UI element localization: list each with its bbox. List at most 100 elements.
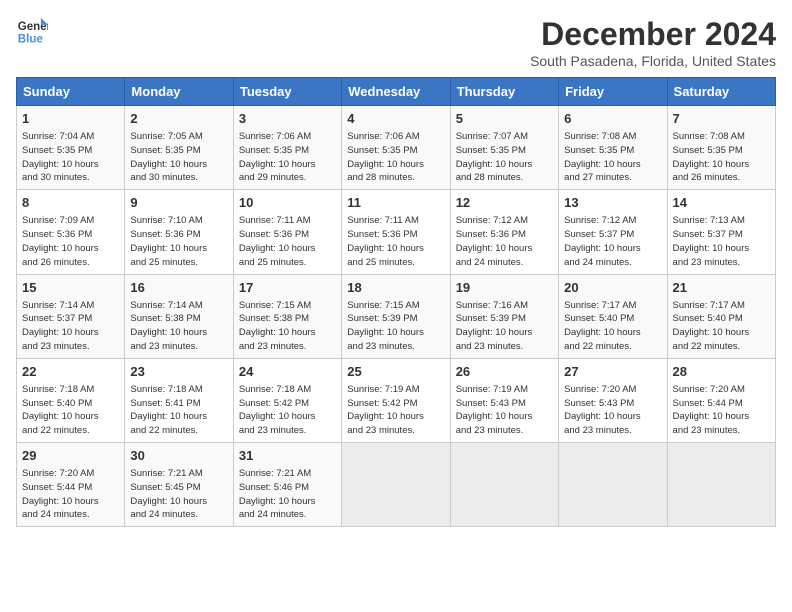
day-number: 2: [130, 110, 227, 128]
day-info: Sunrise: 7:17 AM Sunset: 5:40 PM Dayligh…: [673, 299, 770, 354]
day-number: 27: [564, 363, 661, 381]
calendar-day-cell: [450, 443, 558, 527]
day-number: 26: [456, 363, 553, 381]
day-number: 23: [130, 363, 227, 381]
calendar-day-cell: 6Sunrise: 7:08 AM Sunset: 5:35 PM Daylig…: [559, 106, 667, 190]
calendar-day-cell: 11 Sunrise: 7:11 AM Sunset: 5:36 PM Dayli…: [342, 190, 450, 274]
calendar-day-cell: 8Sunrise: 7:09 AM Sunset: 5:36 PM Daylig…: [17, 190, 125, 274]
day-info: Sunrise: 7:20 AM Sunset: 5:43 PM Dayligh…: [564, 383, 661, 438]
day-number: 5: [456, 110, 553, 128]
day-info: Sunrise: 7:12 AM Sunset: 5:36 PM Dayligh…: [456, 214, 553, 269]
day-info: Sunrise: 7:06 AM Sunset: 5:35 PM Dayligh…: [347, 130, 444, 185]
calendar-day-cell: 27 Sunrise: 7:20 AM Sunset: 5:43 PM Dayli…: [559, 358, 667, 442]
calendar-day-cell: 20 Sunrise: 7:17 AM Sunset: 5:40 PM Dayli…: [559, 274, 667, 358]
weekday-header-row: SundayMondayTuesdayWednesdayThursdayFrid…: [17, 78, 776, 106]
calendar-week-row: 15 Sunrise: 7:14 AM Sunset: 5:37 PM Dayli…: [17, 274, 776, 358]
day-info: Sunrise: 7:17 AM Sunset: 5:40 PM Dayligh…: [564, 299, 661, 354]
day-info: Sunrise: 7:18 AM Sunset: 5:40 PM Dayligh…: [22, 383, 119, 438]
page-header: General Blue December 2024 South Pasaden…: [16, 16, 776, 69]
calendar-day-cell: 7 Sunrise: 7:08 AM Sunset: 5:35 PM Daylig…: [667, 106, 775, 190]
day-number: 12: [456, 194, 553, 212]
day-info: Sunrise: 7:15 AM Sunset: 5:38 PM Dayligh…: [239, 299, 336, 354]
weekday-label: Saturday: [667, 78, 775, 106]
day-number: 28: [673, 363, 770, 381]
day-info: Sunrise: 7:11 AM Sunset: 5:36 PM Dayligh…: [347, 214, 444, 269]
calendar-day-cell: 30Sunrise: 7:21 AM Sunset: 5:45 PM Dayli…: [125, 443, 233, 527]
calendar-day-cell: 28Sunrise: 7:20 AM Sunset: 5:44 PM Dayli…: [667, 358, 775, 442]
calendar-day-cell: 1Sunrise: 7:04 AM Sunset: 5:35 PM Daylig…: [17, 106, 125, 190]
weekday-label: Tuesday: [233, 78, 341, 106]
day-number: 31: [239, 447, 336, 465]
calendar-day-cell: 24 Sunrise: 7:18 AM Sunset: 5:42 PM Dayli…: [233, 358, 341, 442]
calendar-day-cell: 10Sunrise: 7:11 AM Sunset: 5:36 PM Dayli…: [233, 190, 341, 274]
calendar-day-cell: [667, 443, 775, 527]
day-number: 7: [673, 110, 770, 128]
title-block: December 2024 South Pasadena, Florida, U…: [530, 16, 776, 69]
day-info: Sunrise: 7:09 AM Sunset: 5:36 PM Dayligh…: [22, 214, 119, 269]
day-number: 29: [22, 447, 119, 465]
day-info: Sunrise: 7:15 AM Sunset: 5:39 PM Dayligh…: [347, 299, 444, 354]
day-number: 24: [239, 363, 336, 381]
calendar-week-row: 1Sunrise: 7:04 AM Sunset: 5:35 PM Daylig…: [17, 106, 776, 190]
day-number: 4: [347, 110, 444, 128]
calendar-table: SundayMondayTuesdayWednesdayThursdayFrid…: [16, 77, 776, 527]
day-info: Sunrise: 7:14 AM Sunset: 5:37 PM Dayligh…: [22, 299, 119, 354]
day-number: 14: [673, 194, 770, 212]
day-info: Sunrise: 7:18 AM Sunset: 5:41 PM Dayligh…: [130, 383, 227, 438]
day-number: 21: [673, 279, 770, 297]
day-number: 20: [564, 279, 661, 297]
day-info: Sunrise: 7:21 AM Sunset: 5:45 PM Dayligh…: [130, 467, 227, 522]
day-number: 9: [130, 194, 227, 212]
day-info: Sunrise: 7:08 AM Sunset: 5:35 PM Dayligh…: [564, 130, 661, 185]
logo: General Blue: [16, 16, 48, 48]
logo-icon: General Blue: [16, 16, 48, 48]
day-info: Sunrise: 7:11 AM Sunset: 5:36 PM Dayligh…: [239, 214, 336, 269]
svg-text:Blue: Blue: [18, 34, 44, 46]
calendar-day-cell: 9 Sunrise: 7:10 AM Sunset: 5:36 PM Daylig…: [125, 190, 233, 274]
calendar-body: 1Sunrise: 7:04 AM Sunset: 5:35 PM Daylig…: [17, 106, 776, 527]
day-info: Sunrise: 7:19 AM Sunset: 5:43 PM Dayligh…: [456, 383, 553, 438]
day-number: 22: [22, 363, 119, 381]
calendar-day-cell: 23 Sunrise: 7:18 AM Sunset: 5:41 PM Dayli…: [125, 358, 233, 442]
day-number: 19: [456, 279, 553, 297]
day-info: Sunrise: 7:08 AM Sunset: 5:35 PM Dayligh…: [673, 130, 770, 185]
day-info: Sunrise: 7:04 AM Sunset: 5:35 PM Dayligh…: [22, 130, 119, 185]
calendar-day-cell: 21 Sunrise: 7:17 AM Sunset: 5:40 PM Dayli…: [667, 274, 775, 358]
day-info: Sunrise: 7:19 AM Sunset: 5:42 PM Dayligh…: [347, 383, 444, 438]
weekday-label: Thursday: [450, 78, 558, 106]
day-number: 11: [347, 194, 444, 212]
calendar-day-cell: 19 Sunrise: 7:16 AM Sunset: 5:39 PM Dayli…: [450, 274, 558, 358]
day-number: 16: [130, 279, 227, 297]
day-info: Sunrise: 7:07 AM Sunset: 5:35 PM Dayligh…: [456, 130, 553, 185]
day-info: Sunrise: 7:18 AM Sunset: 5:42 PM Dayligh…: [239, 383, 336, 438]
calendar-subtitle: South Pasadena, Florida, United States: [530, 53, 776, 69]
day-number: 17: [239, 279, 336, 297]
calendar-day-cell: 13 Sunrise: 7:12 AM Sunset: 5:37 PM Dayli…: [559, 190, 667, 274]
calendar-day-cell: 25 Sunrise: 7:19 AM Sunset: 5:42 PM Dayli…: [342, 358, 450, 442]
weekday-label: Friday: [559, 78, 667, 106]
day-info: Sunrise: 7:20 AM Sunset: 5:44 PM Dayligh…: [22, 467, 119, 522]
weekday-label: Sunday: [17, 78, 125, 106]
calendar-day-cell: 5 Sunrise: 7:07 AM Sunset: 5:35 PM Daylig…: [450, 106, 558, 190]
calendar-day-cell: [342, 443, 450, 527]
day-info: Sunrise: 7:12 AM Sunset: 5:37 PM Dayligh…: [564, 214, 661, 269]
day-number: 15: [22, 279, 119, 297]
day-info: Sunrise: 7:06 AM Sunset: 5:35 PM Dayligh…: [239, 130, 336, 185]
calendar-day-cell: 31 Sunrise: 7:21 AM Sunset: 5:46 PM Dayli…: [233, 443, 341, 527]
day-number: 18: [347, 279, 444, 297]
day-info: Sunrise: 7:21 AM Sunset: 5:46 PM Dayligh…: [239, 467, 336, 522]
calendar-day-cell: 29 Sunrise: 7:20 AM Sunset: 5:44 PM Dayli…: [17, 443, 125, 527]
calendar-day-cell: 26 Sunrise: 7:19 AM Sunset: 5:43 PM Dayli…: [450, 358, 558, 442]
day-number: 13: [564, 194, 661, 212]
day-info: Sunrise: 7:16 AM Sunset: 5:39 PM Dayligh…: [456, 299, 553, 354]
day-info: Sunrise: 7:05 AM Sunset: 5:35 PM Dayligh…: [130, 130, 227, 185]
day-number: 25: [347, 363, 444, 381]
calendar-week-row: 29 Sunrise: 7:20 AM Sunset: 5:44 PM Dayli…: [17, 443, 776, 527]
calendar-day-cell: 4 Sunrise: 7:06 AM Sunset: 5:35 PM Daylig…: [342, 106, 450, 190]
calendar-day-cell: 15 Sunrise: 7:14 AM Sunset: 5:37 PM Dayli…: [17, 274, 125, 358]
calendar-day-cell: [559, 443, 667, 527]
calendar-week-row: 22 Sunrise: 7:18 AM Sunset: 5:40 PM Dayli…: [17, 358, 776, 442]
calendar-day-cell: 22 Sunrise: 7:18 AM Sunset: 5:40 PM Dayli…: [17, 358, 125, 442]
day-info: Sunrise: 7:10 AM Sunset: 5:36 PM Dayligh…: [130, 214, 227, 269]
calendar-day-cell: 12 Sunrise: 7:12 AM Sunset: 5:36 PM Dayli…: [450, 190, 558, 274]
